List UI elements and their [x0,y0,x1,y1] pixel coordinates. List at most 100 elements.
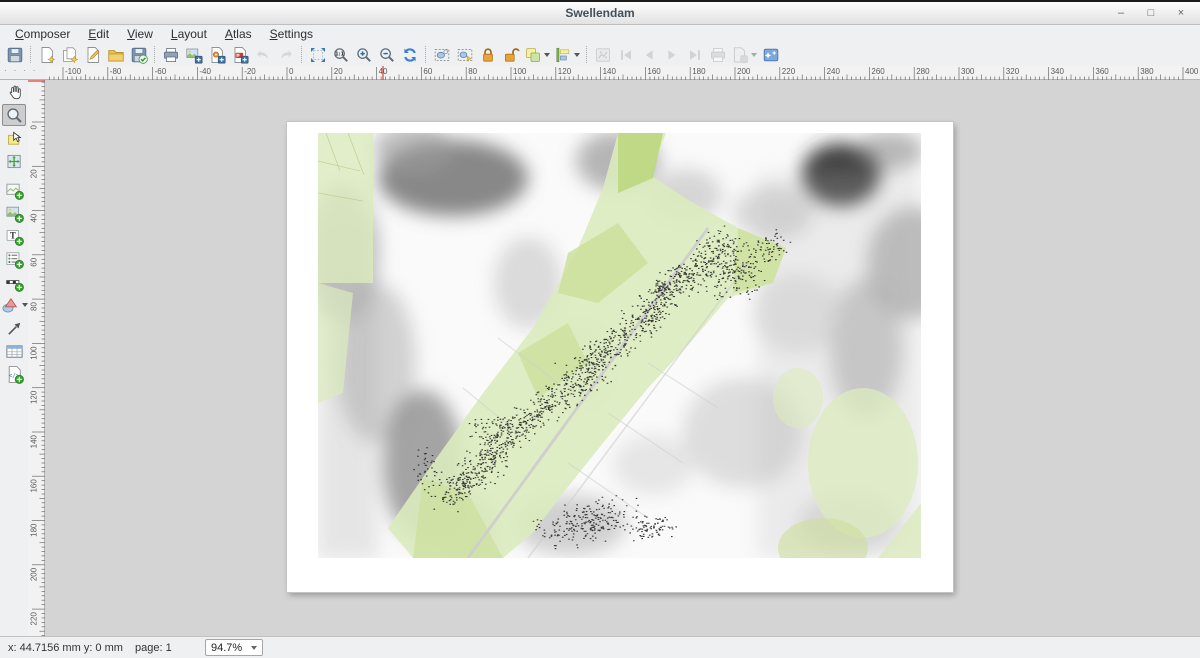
align-items-button[interactable] [552,44,582,65]
move-item-content-button[interactable] [2,150,26,172]
atlas-next-icon [663,46,681,64]
unlock-items-button[interactable] [499,44,522,65]
svg-text:280: 280 [916,67,930,76]
undo-icon [254,46,272,64]
svg-text:80: 80 [468,67,477,76]
new-composer-button[interactable] [35,44,58,65]
menu-layout[interactable]: Layout [162,26,216,43]
toolbar-separator [301,46,302,63]
print-icon [162,46,180,64]
redo-icon [277,46,295,64]
chevron-down-icon[interactable] [751,53,757,57]
duplicate-composer-button[interactable] [58,44,81,65]
svg-text:340: 340 [1051,67,1065,76]
menu-atlas[interactable]: Atlas [216,26,261,43]
lock-items-icon [479,46,497,64]
zoom-out-button[interactable] [375,44,398,65]
zoom-level-combobox[interactable]: 94.7% [205,639,263,656]
svg-text:180: 180 [692,67,706,76]
add-arrow-button[interactable] [2,317,26,339]
zoom-full-button[interactable] [306,44,329,65]
zoom-tool-button[interactable] [2,104,26,126]
select-all-button[interactable] [430,44,453,65]
toolbar-separator [586,46,587,63]
add-scalebar-button[interactable] [2,271,26,293]
add-shape-button[interactable] [2,294,26,316]
load-template-button[interactable] [104,44,127,65]
lock-items-button[interactable] [476,44,499,65]
atlas-first-button [614,44,637,65]
atlas-print-button [706,44,729,65]
export-svg-button[interactable] [205,44,228,65]
add-legend-button[interactable] [2,248,26,270]
atlas-print-icon [709,46,727,64]
select-all-icon [433,46,451,64]
export-svg-icon [208,46,226,64]
close-button[interactable]: × [1174,7,1188,19]
add-map-button[interactable] [2,179,26,201]
export-image-button[interactable] [182,44,205,65]
svg-text:200: 200 [30,567,39,581]
composition-canvas[interactable] [45,80,1200,636]
svg-text:100: 100 [30,346,39,360]
svg-text:160: 160 [647,67,661,76]
atlas-settings-button[interactable] [759,44,782,65]
select-move-item-icon [5,129,24,148]
svg-text:60: 60 [423,67,432,76]
zoom-one-to-one-icon: 1:1 [332,46,350,64]
svg-text:200: 200 [737,67,751,76]
minimize-button[interactable]: – [1114,7,1128,19]
svg-text:-80: -80 [110,67,122,76]
add-html-frame-button[interactable]: </> [2,363,26,385]
atlas-preview-button [591,44,614,65]
add-html-frame-icon: </> [5,365,24,384]
svg-text:220: 220 [30,612,39,626]
refresh-view-icon [401,46,419,64]
composer-manager-button[interactable] [81,44,104,65]
add-attribute-table-button[interactable] [2,340,26,362]
menu-edit[interactable]: Edit [79,26,118,43]
maximize-button[interactable]: □ [1144,7,1158,19]
chevron-down-icon[interactable] [22,303,28,307]
svg-text:-100: -100 [65,67,82,76]
svg-text:80: 80 [30,302,39,311]
raise-items-button[interactable] [522,44,552,65]
save-template-button[interactable] [127,44,150,65]
toolbar-group [430,44,582,65]
svg-text:60: 60 [30,257,39,266]
vertical-ruler: 020406080100120140160180200220 [28,80,45,636]
title-bar[interactable]: Swellendam – □ × [0,0,1200,25]
svg-text:0: 0 [30,124,39,129]
atlas-preview-icon [594,46,612,64]
page[interactable] [287,122,953,592]
refresh-view-button[interactable] [398,44,421,65]
save-project-button[interactable] [3,44,26,65]
add-label-icon: T [5,227,24,246]
chevron-down-icon[interactable] [574,53,580,57]
menu-composer[interactable]: Composer [6,26,79,43]
menu-view[interactable]: View [118,26,162,43]
duplicate-composer-icon [61,46,79,64]
raise-items-icon [524,46,542,64]
zoom-full-icon [309,46,327,64]
undo-button [251,44,274,65]
pan-button[interactable] [2,81,26,103]
svg-text:20: 20 [334,67,343,76]
svg-text:120: 120 [30,390,39,404]
zoom-in-button[interactable] [352,44,375,65]
export-pdf-button[interactable] [228,44,251,65]
zoom-one-to-one-button[interactable]: 1:1 [329,44,352,65]
add-label-button[interactable]: T [2,225,26,247]
zoom-out-icon [378,46,396,64]
add-image-button[interactable] [2,202,26,224]
deselect-all-button[interactable] [453,44,476,65]
select-move-item-button[interactable] [2,127,26,149]
print-button[interactable] [159,44,182,65]
toolbar-group [3,44,26,65]
chevron-down-icon[interactable] [544,53,550,57]
svg-text:-40: -40 [199,67,211,76]
menu-settings[interactable]: Settings [261,26,322,43]
map-item[interactable] [318,133,921,558]
atlas-export-button [729,44,759,65]
svg-text:140: 140 [30,434,39,448]
